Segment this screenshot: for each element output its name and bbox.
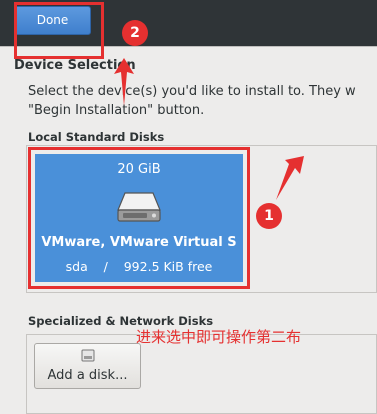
annotation-caption: 进来选中即可操作第二布 bbox=[136, 328, 302, 346]
annotation-badge-1: 1 bbox=[256, 203, 282, 229]
local-disks-label: Local Standard Disks bbox=[28, 130, 165, 144]
annotation-arrow-2 bbox=[114, 58, 134, 106]
annotation-badge-2: 2 bbox=[122, 20, 148, 46]
annotation-box-done bbox=[14, 2, 104, 59]
annotation-box-disk bbox=[28, 147, 250, 289]
intro-line-2: "Begin Installation" button. bbox=[28, 103, 205, 118]
intro-text: Select the device(s) you'd like to insta… bbox=[28, 82, 377, 120]
annotation-arrow-1 bbox=[276, 156, 304, 200]
add-disk-label: Add a disk... bbox=[47, 368, 128, 383]
add-disk-button[interactable]: Add a disk... bbox=[34, 343, 141, 389]
add-disk-icon bbox=[81, 349, 95, 362]
intro-line-1: Select the device(s) you'd like to insta… bbox=[28, 84, 356, 99]
